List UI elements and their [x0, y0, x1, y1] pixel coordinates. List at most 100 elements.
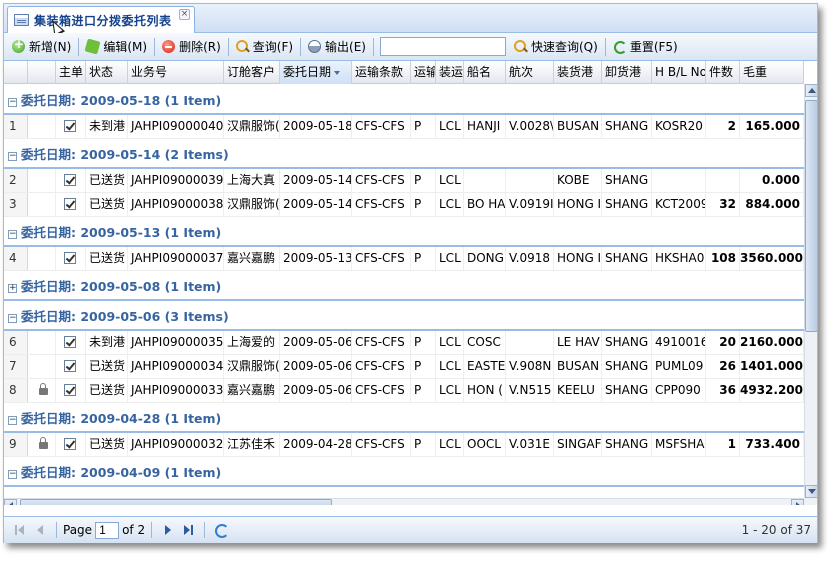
column-header-biz[interactable]: 业务号 [128, 61, 224, 84]
column-header-cust[interactable]: 订舱客户 [224, 61, 280, 84]
checkbox-checked-icon[interactable] [64, 120, 76, 132]
scroll-down-icon[interactable] [805, 485, 817, 498]
query-button[interactable]: 查询(F) [232, 36, 297, 58]
cell-vessel: COSC [464, 331, 506, 354]
pager-separator [204, 522, 206, 538]
cell-terms: CFS-CFS [352, 169, 411, 192]
collapse-icon[interactable]: − [8, 152, 17, 161]
collapse-icon[interactable]: − [8, 314, 17, 323]
column-header-rn[interactable] [4, 61, 28, 84]
tab-container-import-list[interactable]: 集装箱进口分拨委托列表 × [7, 6, 195, 33]
next-page-icon[interactable] [160, 522, 176, 538]
edit-button[interactable]: 编辑(M) [82, 36, 151, 58]
column-header-date[interactable]: 委托日期 [280, 61, 352, 84]
cell-biz: JAHPI09000035 [128, 331, 224, 354]
table-row[interactable]: 8 已送货 JAHPI09000033 嘉兴嘉鹏 2009-05-06 CFS-CFS P L… [4, 379, 804, 403]
quick-search-input[interactable] [380, 37, 506, 56]
cell-cust: 江苏佳禾 [224, 433, 280, 456]
add-button[interactable]: 新增(N) [8, 36, 75, 58]
search-icon [514, 40, 527, 53]
collapse-icon[interactable]: − [8, 98, 17, 107]
cell-voy [506, 169, 554, 192]
scroll-up-icon[interactable] [805, 84, 817, 97]
horizontal-scrollbar[interactable] [4, 498, 804, 505]
paging-info: 1 - 20 of 37 [741, 523, 811, 537]
scroll-thumb[interactable] [805, 100, 817, 332]
group-header[interactable]: − 委托日期: 2009-05-14 (2 Items) [4, 139, 804, 169]
column-header-hbl[interactable]: H B/L No [652, 61, 706, 84]
table-row[interactable]: 1 未到港 JAHPI09000040 汉鼎服饰(2009-05-18 CFS-CFS P… [4, 115, 804, 139]
column-header-label: 毛重 [743, 65, 768, 79]
collapse-icon[interactable]: − [8, 416, 17, 425]
column-header-pol[interactable]: 装货港 [554, 61, 602, 84]
cell-date: 2009-05-14 [280, 193, 352, 216]
table-row[interactable]: 2 已送货 JAHPI09000039 上海大真 2009-05-14 CFS-CFS P L… [4, 169, 804, 193]
cell-hbl: KOSR20 [652, 115, 706, 138]
column-header-voy[interactable]: 航次 [506, 61, 554, 84]
collapse-icon[interactable]: − [8, 470, 17, 479]
cell-ship: P [411, 193, 436, 216]
cell-pkgs: 108 [706, 247, 740, 270]
last-page-icon[interactable] [180, 522, 196, 538]
table-row[interactable]: 3 已送货 JAHPI09000038 汉鼎服饰(2009-05-14 CFS-CFS P… [4, 193, 804, 217]
cell-vessel: BO HA [464, 193, 506, 216]
refresh-icon[interactable] [213, 522, 230, 538]
lock-cell [28, 379, 56, 402]
column-header-gw[interactable]: 毛重 [740, 61, 804, 84]
column-header-main[interactable]: 主单 [56, 61, 86, 84]
column-header-load[interactable]: 装运 [436, 61, 464, 84]
group-header-label: 委托日期: 2009-04-28 (1 Item) [21, 411, 222, 426]
cell-date: 2009-05-06 [280, 331, 352, 354]
cell-voy: V.908N [506, 355, 554, 378]
group-header[interactable]: − 委托日期: 2009-05-06 (3 Items) [4, 301, 804, 331]
checkbox-checked-icon[interactable] [64, 198, 76, 210]
scroll-left-icon[interactable] [4, 499, 17, 505]
toolbar-separator [78, 37, 80, 56]
checkbox-checked-icon[interactable] [64, 252, 76, 264]
group-header-label: 委托日期: 2009-05-08 (1 Item) [21, 279, 222, 294]
checkbox-checked-icon[interactable] [64, 360, 76, 372]
lock-icon [39, 383, 48, 395]
scroll-right-icon[interactable] [791, 499, 804, 505]
column-header-pkgs[interactable]: 件数 [706, 61, 740, 84]
checkbox-checked-icon[interactable] [64, 384, 76, 396]
quick-query-button[interactable]: 快速查询(Q) [510, 36, 602, 58]
cell-voy: V.0028\ [506, 115, 554, 138]
checkbox-checked-icon[interactable] [64, 438, 76, 450]
prev-page-icon[interactable] [32, 522, 48, 538]
group-header[interactable]: − 委托日期: 2009-05-18 (1 Item) [4, 85, 804, 115]
cell-load: LCL [436, 247, 464, 270]
column-header-terms[interactable]: 运输条款 [352, 61, 411, 84]
group-header[interactable]: − 委托日期: 2009-04-28 (1 Item) [4, 403, 804, 433]
collapse-icon[interactable]: − [8, 230, 17, 239]
cell-voy: V.0918 [506, 247, 554, 270]
group-header[interactable]: + 委托日期: 2009-05-08 (1 Item) [4, 271, 804, 301]
sort-desc-icon[interactable] [334, 70, 341, 75]
column-header-vessel[interactable]: 船名 [464, 61, 506, 84]
column-header-lock[interactable] [28, 61, 56, 84]
column-header-pod[interactable]: 卸货港 [602, 61, 652, 84]
close-icon[interactable]: × [179, 9, 190, 20]
column-header-ship[interactable]: 运输 [411, 61, 436, 84]
cell-pod: SHANG [602, 115, 652, 138]
first-page-icon[interactable] [12, 522, 28, 538]
page-number-input[interactable] [95, 521, 120, 539]
page-count-label: of 2 [122, 523, 146, 537]
group-header[interactable]: − 委托日期: 2009-04-09 (1 Item) [4, 457, 804, 487]
table-row[interactable]: 7 已送货 JAHPI09000034 汉鼎服饰(2009-05-06 CFS-CFS P… [4, 355, 804, 379]
expand-icon[interactable]: + [8, 284, 17, 293]
scroll-thumb[interactable] [20, 499, 332, 505]
export-button[interactable]: 输出(E) [304, 36, 370, 58]
vertical-scrollbar[interactable] [804, 84, 817, 498]
column-header-status[interactable]: 状态 [86, 61, 128, 84]
checkbox-checked-icon[interactable] [64, 174, 76, 186]
group-header[interactable]: − 委托日期: 2009-05-13 (1 Item) [4, 217, 804, 247]
checkbox-checked-icon[interactable] [64, 336, 76, 348]
cell-pkgs: 32 [706, 193, 740, 216]
table-row[interactable]: 9 已送货 JAHPI09000032 江苏佳禾 2009-04-28 CFS-CFS P L… [4, 433, 804, 457]
reset-button[interactable]: 重置(F5) [609, 36, 682, 58]
table-row[interactable]: 4 已送货 JAHPI09000037 嘉兴嘉鹏 2009-05-13 CFS-CFS P L… [4, 247, 804, 271]
delete-button[interactable]: 删除(R) [158, 36, 225, 58]
row-number: 2 [4, 169, 28, 192]
table-row[interactable]: 6 未到港 JAHPI09000035 上海爱的 2009-05-06 CFS-CFS P L… [4, 331, 804, 355]
